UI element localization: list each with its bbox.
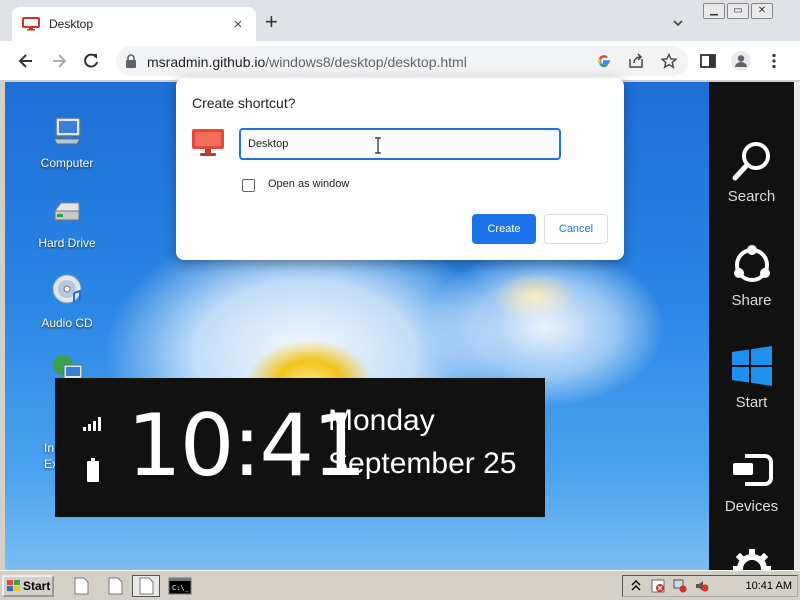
browser-toolbar: msradmin.github.io/windows8/desktop/desk…	[0, 41, 800, 81]
charm-share[interactable]: Share	[709, 242, 794, 309]
desktop-icon-label: Hard Drive	[38, 236, 96, 250]
start-button[interactable]: Start	[2, 575, 54, 597]
battery-icon	[87, 458, 99, 482]
settings-gear-icon	[732, 549, 771, 570]
charm-devices[interactable]: Devices	[709, 448, 794, 515]
charm-label: Devices	[724, 498, 779, 515]
open-as-window-checkbox[interactable]	[242, 179, 255, 192]
computer-icon	[53, 117, 81, 145]
cancel-button[interactable]: Cancel	[544, 214, 608, 244]
charm-label: Start	[735, 394, 768, 411]
charm-label: Search	[727, 188, 776, 205]
windows-logo-icon	[731, 346, 772, 386]
monitor-favicon-icon	[22, 17, 40, 31]
tab-strip: Desktop × + ▁ ▭ ✕	[0, 0, 800, 41]
clock-day: Monday	[328, 404, 435, 437]
charms-bar: Search Share Start Devices	[709, 82, 794, 570]
hard-drive-icon	[54, 202, 80, 221]
taskbar: Start C:\_ 10:41 AM	[0, 570, 800, 600]
devices-icon	[732, 454, 773, 486]
open-as-window-label[interactable]: Open as window	[268, 178, 349, 190]
share-page-icon[interactable]	[628, 53, 644, 69]
maximize-button[interactable]: ▭	[727, 3, 749, 19]
active-document-icon[interactable]	[132, 575, 160, 597]
show-hidden-icons-icon[interactable]	[629, 579, 643, 593]
audio-cd-icon	[52, 274, 82, 304]
volume-muted-icon[interactable]	[695, 579, 709, 593]
close-window-button[interactable]: ✕	[751, 3, 773, 19]
taskbar-clock[interactable]: 10:41 AM	[746, 580, 792, 592]
profile-avatar-icon[interactable]	[730, 50, 752, 72]
dialog-title: Create shortcut?	[192, 95, 296, 111]
document-icon[interactable]	[104, 576, 126, 596]
command-prompt-icon[interactable]: C:\_	[168, 576, 192, 596]
address-bar[interactable]: msradmin.github.io/windows8/desktop/desk…	[116, 46, 688, 76]
tab-title: Desktop	[49, 17, 94, 31]
create-button[interactable]: Create	[472, 214, 536, 244]
new-tab-button[interactable]: +	[265, 11, 278, 33]
url-host: msradmin.github.io	[147, 54, 266, 70]
url-path: /windows8/desktop/desktop.html	[265, 54, 467, 70]
network-tray-icon[interactable]	[673, 579, 687, 593]
desktop-icon-label: Computer	[40, 156, 94, 170]
charm-settings[interactable]	[709, 546, 794, 570]
share-icon	[733, 245, 770, 282]
back-arrow-icon[interactable]	[17, 52, 35, 70]
system-tray: 10:41 AM	[622, 575, 798, 597]
text-cursor-icon	[375, 137, 381, 154]
lock-clock-overlay: 10:41 Monday September 25	[55, 378, 545, 517]
create-shortcut-dialog: Create shortcut? Open as window Create C…	[176, 78, 624, 260]
more-menu-icon[interactable]	[765, 52, 783, 70]
google-g-icon[interactable]	[596, 53, 612, 69]
document-icon[interactable]	[70, 576, 92, 596]
window-controls: ▁ ▭ ✕	[703, 3, 773, 19]
url-text[interactable]: msradmin.github.io/windows8/desktop/desk…	[147, 54, 467, 70]
search-icon	[732, 142, 770, 181]
bookmark-star-icon[interactable]	[661, 53, 677, 69]
tab-search-chevron-icon[interactable]	[671, 16, 685, 30]
side-panel-icon[interactable]	[699, 52, 717, 70]
charm-search[interactable]: Search	[709, 138, 794, 205]
windows-flag-icon	[7, 580, 20, 591]
security-alert-icon[interactable]	[651, 579, 665, 593]
desktop-icon-label: Audio CD	[41, 316, 93, 330]
page-scrollbar[interactable]	[794, 82, 800, 570]
desktop-icon-audio-cd[interactable]: Audio CD	[29, 273, 105, 330]
tab-desktop[interactable]: Desktop ×	[12, 7, 256, 41]
desktop-icon-computer[interactable]: Computer	[29, 113, 105, 170]
clock-date: September 25	[328, 447, 517, 480]
desktop-icon-hard-drive[interactable]: Hard Drive	[29, 193, 105, 250]
shortcut-name-input[interactable]	[239, 128, 561, 160]
forward-arrow-icon[interactable]	[50, 52, 68, 70]
charm-label: Share	[731, 292, 772, 309]
charm-start[interactable]: Start	[709, 344, 794, 411]
tab-close-icon[interactable]: ×	[230, 16, 246, 33]
lock-icon[interactable]	[125, 54, 137, 68]
monitor-app-icon	[192, 129, 224, 156]
signal-strength-icon	[83, 417, 101, 431]
minimize-button[interactable]: ▁	[703, 3, 725, 19]
start-label: Start	[23, 579, 51, 593]
svg-text:C:\_: C:\_	[172, 584, 190, 592]
reload-icon[interactable]	[82, 52, 100, 70]
